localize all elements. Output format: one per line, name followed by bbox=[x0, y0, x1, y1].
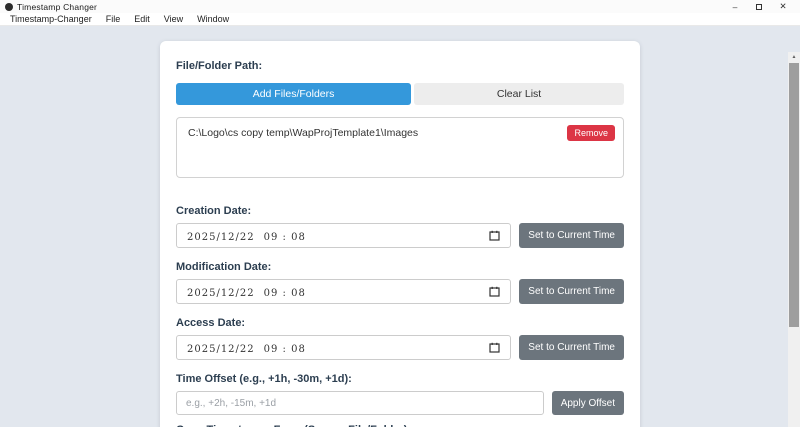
menu-item-edit[interactable]: Edit bbox=[134, 14, 150, 24]
time-offset-input[interactable] bbox=[176, 391, 544, 415]
creation-date-label: Creation Date: bbox=[176, 205, 624, 218]
menu-item-timestamp-changer[interactable]: Timestamp-Changer bbox=[10, 14, 92, 24]
calendar-icon[interactable] bbox=[489, 342, 500, 353]
modification-date-value: 2025/12/22 09 : 08 bbox=[187, 283, 306, 301]
modification-date-input[interactable]: 2025/12/22 09 : 08 bbox=[176, 279, 511, 304]
title-bar: Timestamp Changer – ✕ bbox=[0, 0, 800, 13]
modification-set-current-time-button[interactable]: Set to Current Time bbox=[519, 279, 624, 304]
file-folder-path-label: File/Folder Path: bbox=[176, 60, 624, 73]
creation-date-input[interactable]: 2025/12/22 09 : 08 bbox=[176, 223, 511, 248]
app-window: Timestamp Changer – ✕ Timestamp-Changer … bbox=[0, 0, 800, 427]
creation-set-current-time-button[interactable]: Set to Current Time bbox=[519, 223, 624, 248]
modification-date-label: Modification Date: bbox=[176, 261, 624, 274]
time-offset-group: Time Offset (e.g., +1h, -30m, +1d): Appl… bbox=[176, 373, 624, 415]
file-list: C:\Logo\cs copy temp\WapProjTemplate1\Im… bbox=[176, 117, 624, 178]
window-title: Timestamp Changer bbox=[17, 2, 97, 12]
access-set-current-time-button[interactable]: Set to Current Time bbox=[519, 335, 624, 360]
minimize-button[interactable]: – bbox=[723, 0, 747, 13]
close-button[interactable]: ✕ bbox=[771, 0, 795, 13]
access-date-date: 2025/12/22 bbox=[187, 344, 255, 355]
app-icon bbox=[5, 3, 13, 11]
path-buttons-row: Add Files/Folders Clear List bbox=[176, 83, 624, 105]
creation-date-date: 2025/12/22 bbox=[187, 232, 255, 243]
access-date-group: Access Date: 2025/12/22 09 : 08 Set to Cu… bbox=[176, 317, 624, 360]
apply-offset-button[interactable]: Apply Offset bbox=[552, 391, 624, 415]
file-path-text: C:\Logo\cs copy temp\WapProjTemplate1\Im… bbox=[185, 127, 418, 139]
vertical-scrollbar[interactable]: ▲ ▼ bbox=[788, 52, 800, 427]
modification-date-date: 2025/12/22 bbox=[187, 288, 255, 299]
modification-date-time: 09 : 08 bbox=[264, 288, 306, 299]
menu-item-view[interactable]: View bbox=[164, 14, 183, 24]
access-date-value: 2025/12/22 09 : 08 bbox=[187, 339, 306, 357]
menu-bar: Timestamp-Changer File Edit View Window bbox=[0, 13, 800, 26]
add-files-folders-button[interactable]: Add Files/Folders bbox=[176, 83, 411, 105]
restore-button[interactable] bbox=[747, 0, 771, 13]
calendar-icon[interactable] bbox=[489, 286, 500, 297]
remove-button[interactable]: Remove bbox=[567, 125, 615, 141]
list-item: C:\Logo\cs copy temp\WapProjTemplate1\Im… bbox=[185, 125, 615, 141]
restore-icon bbox=[756, 4, 762, 10]
modification-date-group: Modification Date: 2025/12/22 09 : 08 Set… bbox=[176, 261, 624, 304]
access-date-label: Access Date: bbox=[176, 317, 624, 330]
access-date-time: 09 : 08 bbox=[264, 344, 306, 355]
calendar-icon[interactable] bbox=[489, 230, 500, 241]
creation-date-group: Creation Date: 2025/12/22 09 : 08 Set to … bbox=[176, 205, 624, 248]
main-panel: File/Folder Path: Add Files/Folders Clea… bbox=[160, 41, 640, 427]
content-area: File/Folder Path: Add Files/Folders Clea… bbox=[0, 41, 800, 427]
creation-date-value: 2025/12/22 09 : 08 bbox=[187, 227, 306, 245]
window-controls: – ✕ bbox=[723, 0, 795, 13]
creation-date-time: 09 : 08 bbox=[264, 232, 306, 243]
scrollbar-thumb[interactable] bbox=[789, 63, 799, 327]
access-date-input[interactable]: 2025/12/22 09 : 08 bbox=[176, 335, 511, 360]
menu-item-window[interactable]: Window bbox=[197, 14, 229, 24]
menu-item-file[interactable]: File bbox=[106, 14, 121, 24]
time-offset-label: Time Offset (e.g., +1h, -30m, +1d): bbox=[176, 373, 624, 386]
scrollbar-up-arrow[interactable]: ▲ bbox=[788, 52, 800, 62]
clear-list-button[interactable]: Clear List bbox=[414, 83, 624, 105]
